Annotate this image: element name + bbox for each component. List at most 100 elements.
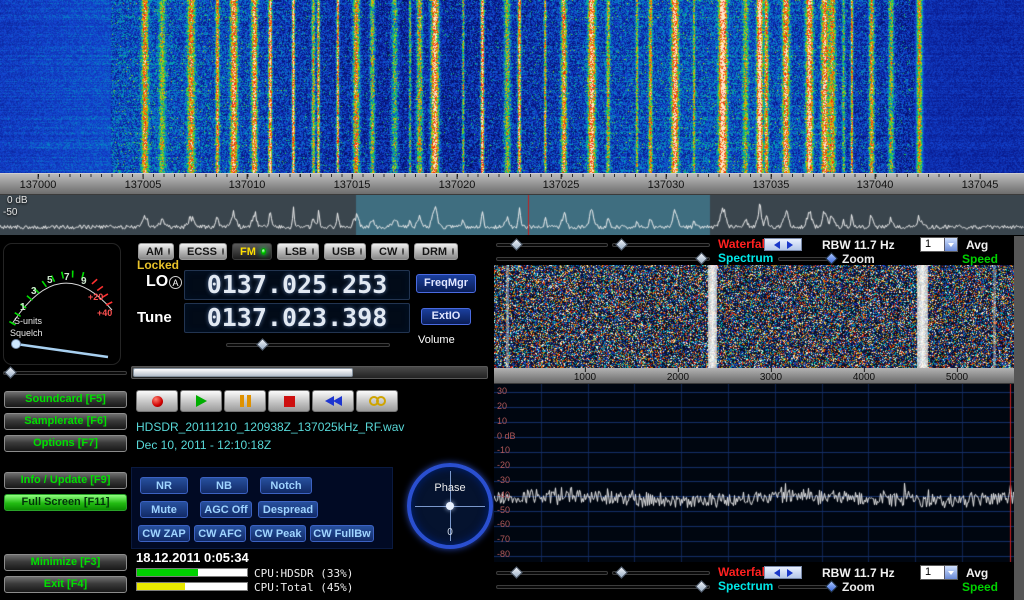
zoom-label: Zoom [842, 252, 875, 266]
recording-filename: HDSDR_20111210_120938Z_137025kHz_RF.wav [136, 420, 404, 434]
overview-spectrum[interactable]: 0 dB -50 [0, 195, 1024, 235]
record-icon [152, 396, 163, 407]
x-tick: 3000 [760, 368, 782, 383]
rewind-button[interactable] [312, 390, 354, 412]
overview-spectrum-canvas[interactable] [0, 195, 1024, 235]
stop-button[interactable] [268, 390, 310, 412]
mode-button-drm[interactable]: DRM [414, 243, 458, 260]
lo-frequency-display[interactable]: 0137.025.253 [184, 270, 410, 300]
mode-label: LSB [285, 246, 307, 258]
frequency-ruler[interactable]: 137000 137005 137010 137015 137020 13702… [0, 173, 1024, 195]
lo-a-badge-icon[interactable]: A [169, 276, 182, 289]
shift-arrows[interactable] [764, 566, 802, 579]
agc-button[interactable]: AGC Off [200, 501, 252, 518]
cpu-hdsdr-text: CPU:HDSDR (33%) [254, 567, 353, 580]
speed-select[interactable]: 1 [920, 565, 958, 580]
waterfall-lower-limit-slider[interactable] [612, 567, 710, 578]
db-tick: -20 [497, 460, 510, 470]
clock-datetime: 18.12.2011 0:05:34 [136, 550, 249, 565]
zoom-slider[interactable] [778, 581, 836, 592]
minimize-button[interactable]: Minimize [F3] [4, 554, 127, 571]
soundcard-button[interactable]: Soundcard [F5] [4, 391, 127, 408]
led-icon [402, 248, 404, 255]
options-button[interactable]: Options [F7] [4, 435, 127, 452]
mode-label: CW [379, 246, 397, 258]
rf-frequency-ruler[interactable]: 1000 2000 3000 4000 5000 [494, 368, 1014, 384]
zoom-label: Zoom [842, 580, 875, 594]
db-tick: -60 [497, 519, 510, 529]
fullscreen-button[interactable]: Full Screen [F11] [4, 494, 127, 511]
loop-button[interactable] [356, 390, 398, 412]
locked-label: Locked [137, 258, 179, 272]
x-tick: 4000 [853, 368, 875, 383]
speed-select[interactable]: 1 [920, 237, 958, 252]
smeter-scale-plus40: +40 [97, 308, 112, 318]
freq-tick: 137010 [229, 174, 266, 191]
rf-waterfall-display[interactable] [494, 265, 1014, 368]
led-icon [168, 248, 170, 255]
combo-dropdown-icon[interactable] [944, 238, 957, 251]
main-waterfall-display[interactable] [0, 0, 1024, 173]
smeter-scale-1: 1 [20, 302, 26, 313]
notch-button[interactable]: Notch [260, 477, 312, 494]
exit-button[interactable]: Exit [F4] [4, 576, 127, 593]
smeter-needle [16, 344, 108, 357]
brightness-slider[interactable] [496, 581, 710, 592]
db-label-0: 0 dB [7, 195, 28, 206]
spectrum-label[interactable]: Spectrum [718, 579, 773, 593]
volume-slider[interactable] [226, 338, 390, 351]
brightness-slider[interactable] [496, 253, 710, 264]
play-button[interactable] [180, 390, 222, 412]
x-tick: 2000 [667, 368, 689, 383]
mode-button-ecss[interactable]: ECSS [179, 243, 227, 260]
smeter-scale-plus20: +20 [88, 292, 103, 302]
combo-dropdown-icon[interactable] [944, 566, 957, 579]
freqmgr-button[interactable]: FreqMgr [416, 274, 476, 293]
arrow-right-icon[interactable] [787, 569, 793, 577]
nr-button[interactable]: NR [140, 477, 188, 494]
cw-fullbw-button[interactable]: CW FullBw [310, 525, 374, 542]
phase-label: Phase [411, 482, 489, 494]
waterfall-upper-limit-slider[interactable] [496, 239, 608, 250]
info-update-button[interactable]: Info / Update [F9] [4, 472, 127, 489]
arrow-left-icon[interactable] [774, 241, 780, 249]
waterfall-label[interactable]: Waterfall [718, 237, 768, 251]
rf-spectrum-display[interactable]: 30 20 10 0 dB -10 -20 -30 -40 -50 -60 -7… [494, 384, 1014, 562]
mode-label: AM [146, 246, 163, 258]
squelch-slider[interactable] [3, 366, 127, 379]
cpu-total-bar [136, 582, 248, 591]
record-button[interactable] [136, 390, 178, 412]
mode-button-usb[interactable]: USB [324, 243, 366, 260]
arrow-right-icon[interactable] [787, 241, 793, 249]
waterfall-label[interactable]: Waterfall [718, 565, 768, 579]
mode-button-lsb[interactable]: LSB [277, 243, 319, 260]
extio-button[interactable]: ExtIO [421, 308, 471, 325]
pause-icon [240, 395, 251, 407]
despread-button[interactable]: Despread [258, 501, 318, 518]
nb-button[interactable]: NB [200, 477, 248, 494]
smeter-scale-9: 9 [81, 276, 87, 287]
phase-value: 0 [411, 527, 489, 538]
cw-afc-button[interactable]: CW AFC [194, 525, 246, 542]
shift-arrows[interactable] [764, 238, 802, 251]
mode-button-fm[interactable]: FM [232, 243, 272, 260]
band-scroll-slider[interactable] [131, 366, 488, 379]
mode-button-cw[interactable]: CW [371, 243, 409, 260]
waterfall-lower-limit-slider[interactable] [612, 239, 710, 250]
band-scroll-handle[interactable] [133, 368, 353, 377]
tune-frequency-display[interactable]: 0137.023.398 [184, 303, 410, 333]
samplerate-button[interactable]: Samplerate [F6] [4, 413, 127, 430]
freq-tick: 137030 [648, 174, 685, 191]
rbw-value: RBW 11.7 Hz [822, 238, 895, 252]
mute-button[interactable]: Mute [140, 501, 188, 518]
zoom-slider[interactable] [778, 253, 836, 264]
smeter-scale-3: 3 [31, 286, 37, 297]
pause-button[interactable] [224, 390, 266, 412]
led-icon [312, 248, 314, 255]
arrow-left-icon[interactable] [774, 569, 780, 577]
waterfall-upper-limit-slider[interactable] [496, 567, 608, 578]
freq-tick: 137025 [543, 174, 580, 191]
cw-zap-button[interactable]: CW ZAP [138, 525, 190, 542]
spectrum-label[interactable]: Spectrum [718, 251, 773, 265]
cw-peak-button[interactable]: CW Peak [250, 525, 306, 542]
